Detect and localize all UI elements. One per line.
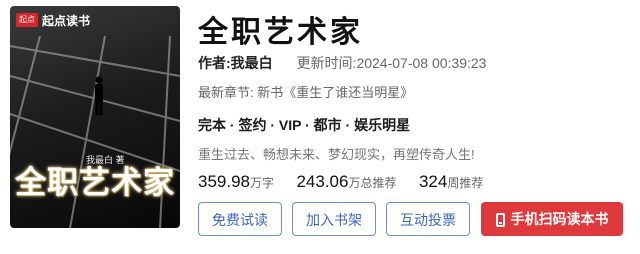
book-stats: 359.98万字 243.06万总推荐 324周推荐 <box>198 172 501 192</box>
weekly-recommend-unit: 周推荐 <box>447 176 484 190</box>
word-count-unit: 万字 <box>250 176 275 190</box>
update-time: 更新时间:2024-07-08 00:39:23 <box>296 55 487 71</box>
vote-button[interactable]: 互动投票 <box>386 202 470 236</box>
total-recommend-value: 243.06 <box>296 172 349 191</box>
word-count-stat: 359.98万字 <box>198 172 274 192</box>
cover-badge: 起点 <box>16 13 38 27</box>
free-read-button[interactable]: 免费试读 <box>198 202 282 236</box>
scan-read-label: 手机扫码读本书 <box>510 211 609 227</box>
book-intro: 重生过去、畅想未来、梦幻现实，再塑传奇人生! <box>198 147 475 162</box>
book-title: 全职艺术家 <box>198 16 363 49</box>
book-tags: 完本 · 签约 · VIP · 都市 · 娱乐明星 <box>198 117 411 133</box>
add-shelf-button[interactable]: 加入书架 <box>292 202 376 236</box>
total-recommend-unit: 万总推荐 <box>348 176 397 190</box>
cover-brand: 起点读书 <box>42 14 91 28</box>
author-link[interactable]: 作者:我最白 <box>198 55 273 71</box>
book-meta: 作者:我最白 更新时间:2024-07-08 00:39:23 <box>198 53 486 73</box>
weekly-recommend-stat: 324周推荐 <box>419 172 483 192</box>
word-count-value: 359.98 <box>198 172 250 191</box>
scan-read-button[interactable]: 手机扫码读本书 <box>481 202 623 236</box>
phone-icon <box>495 213 505 227</box>
cover-figure <box>95 76 103 115</box>
book-cover[interactable]: 起点 起点读书 我最白 著 全职艺术家 <box>10 6 180 228</box>
cover-title: 全职艺术家 <box>15 165 175 201</box>
weekly-recommend-value: 324 <box>418 172 448 191</box>
latest-chapter-link[interactable]: 最新章节: 新书《重生了谁还当明星》 <box>198 82 413 101</box>
total-recommend-stat: 243.06万总推荐 <box>296 172 396 192</box>
